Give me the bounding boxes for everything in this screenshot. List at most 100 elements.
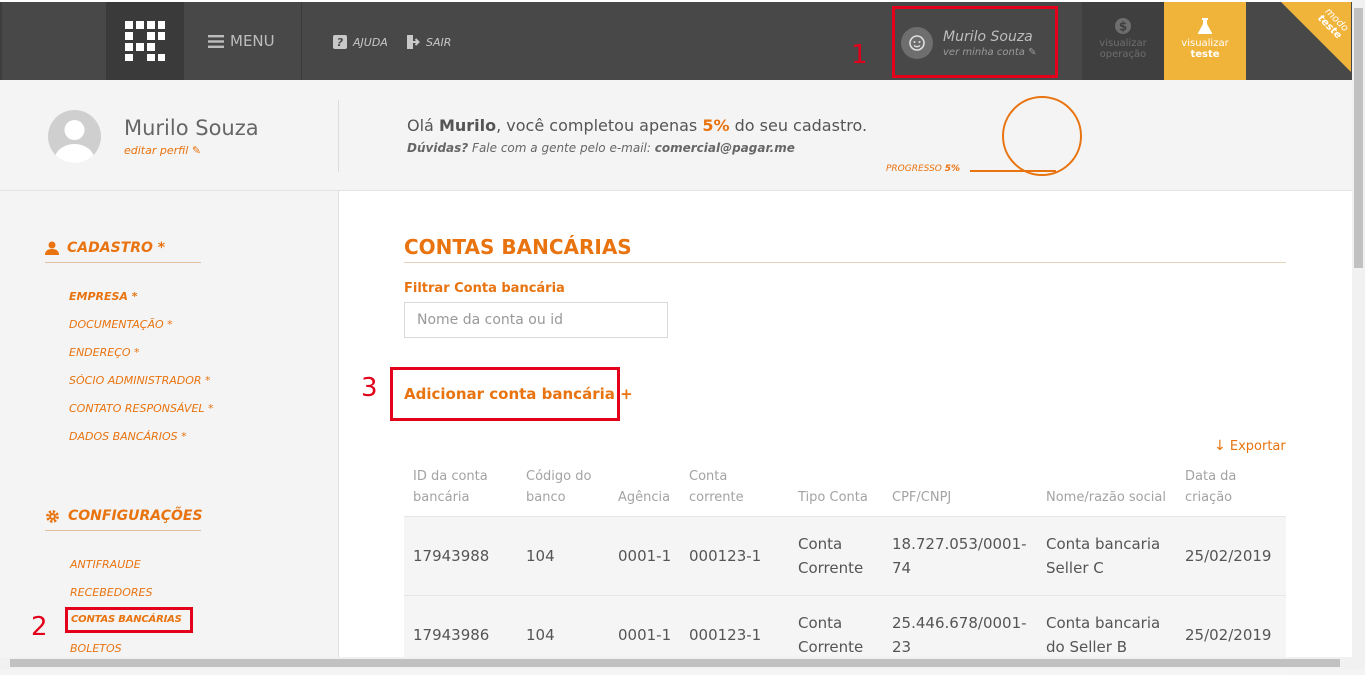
- sidebar-item-contato[interactable]: CONTATO RESPONSÁVEL *: [69, 402, 214, 415]
- logo-icon: [125, 21, 165, 61]
- top-bar: MENU ? AJUDA SAIR Murilo Souza ver minha…: [0, 0, 1365, 92]
- download-arrow-icon: ↓: [1214, 438, 1226, 454]
- title-divider: [404, 262, 1286, 263]
- cell-line: Conta: [798, 614, 843, 632]
- menu-label: MENU: [230, 32, 275, 50]
- header-line: Conta: [689, 469, 728, 484]
- add-bank-account-button[interactable]: Adicionar conta bancária +: [404, 385, 633, 403]
- greeting-percent: 5%: [702, 116, 730, 135]
- scrollbar-thumb[interactable]: [1354, 8, 1363, 268]
- contact-email[interactable]: comercial@pagar.me: [655, 141, 795, 155]
- user-name: Murilo Souza: [943, 29, 1033, 45]
- divider: [301, 2, 302, 80]
- sidebar-item-socio[interactable]: SÓCIO ADMINISTRADOR *: [69, 374, 211, 387]
- cell-agency: 0001-1: [618, 547, 672, 565]
- cell-account: 000123-1: [689, 626, 762, 644]
- column-header-name[interactable]: Nome/razão social: [1046, 487, 1166, 508]
- cell-bank-code: 104: [526, 547, 555, 565]
- cell-line: Conta bancaria: [1046, 614, 1161, 632]
- header-line: Código do: [526, 469, 592, 484]
- svg-text:$: $: [1119, 20, 1127, 34]
- cell-agency: 0001-1: [618, 626, 672, 644]
- sidebar-item-antifraude[interactable]: ANTIFRAUDE: [70, 558, 141, 571]
- cell-type: Conta Corrente: [798, 532, 863, 580]
- section-divider: [45, 530, 201, 531]
- column-header-document[interactable]: CPF/CNPJ: [892, 487, 951, 508]
- cell-type: Conta Corrente: [798, 611, 863, 659]
- cell-account: 000123-1: [689, 547, 762, 565]
- export-button[interactable]: ↓ Exportar: [1214, 438, 1286, 454]
- filter-label: Filtrar Conta bancária: [404, 281, 565, 296]
- view-test-button[interactable]: visualizar teste: [1164, 2, 1246, 80]
- column-header-agency[interactable]: Agência: [618, 487, 670, 508]
- column-header-id[interactable]: ID da conta bancária: [413, 466, 488, 508]
- cadastro-title: CADASTRO *: [67, 240, 166, 256]
- header-line: ID da conta: [413, 469, 488, 484]
- progress-percent: 5%: [944, 164, 961, 174]
- user-face-icon: [909, 35, 925, 51]
- user-account-button[interactable]: Murilo Souza ver minha conta ✎: [892, 6, 1058, 78]
- cell-line: Conta: [798, 535, 843, 553]
- menu-button[interactable]: MENU: [208, 2, 275, 80]
- profile-name: Murilo Souza: [124, 116, 259, 140]
- logo[interactable]: [106, 2, 184, 80]
- help-label: AJUDA: [353, 35, 388, 49]
- progress-label: PROGRESSO 5%: [886, 164, 960, 174]
- badge-triangle: [1281, 2, 1351, 72]
- sidebar-item-boletos[interactable]: BOLETOS: [70, 642, 122, 655]
- help-link[interactable]: ? AJUDA: [333, 34, 388, 50]
- divider: [338, 100, 339, 172]
- configuracoes-title: CONFIGURAÇÕES: [68, 508, 203, 524]
- view-test-line1: visualizar: [1181, 38, 1229, 49]
- gear-icon: [46, 509, 59, 523]
- cell-line: Corrente: [798, 638, 864, 656]
- edit-profile-link[interactable]: editar perfil ✎: [124, 144, 201, 157]
- logout-link[interactable]: SAIR: [407, 34, 451, 50]
- user-avatar: [901, 27, 933, 59]
- highlight-box-2: [65, 607, 193, 633]
- filter-input[interactable]: [404, 302, 668, 338]
- column-header-type[interactable]: Tipo Conta: [798, 487, 868, 508]
- sidebar-item-documentacao[interactable]: DOCUMENTAÇÃO *: [69, 318, 173, 331]
- page-title: CONTAS BANCÁRIAS: [404, 235, 632, 259]
- scrollbar-thumb[interactable]: [10, 659, 1340, 667]
- pencil-icon: ✎: [191, 144, 202, 157]
- cell-line: 18.727.053/0001-: [892, 535, 1027, 553]
- header-line: banco: [526, 490, 566, 505]
- sidebar-item-empresa[interactable]: EMPRESA *: [69, 290, 138, 303]
- header-line: corrente: [689, 490, 744, 505]
- section-title-cadastro: CADASTRO *: [45, 240, 165, 256]
- cell-line: 23: [892, 638, 912, 656]
- contact-text: Dúvidas? Fale com a gente pelo e-mail: c…: [407, 141, 795, 155]
- cell-name: Conta bancaria do Seller B: [1046, 611, 1160, 659]
- column-header-account[interactable]: Conta corrente: [689, 466, 744, 508]
- cell-document: 25.446.678/0001- 23: [892, 611, 1027, 659]
- cell-line: 74: [892, 559, 912, 577]
- user-silhouette-icon: [54, 120, 95, 163]
- view-operation-button[interactable]: $ visualizar operação: [1082, 2, 1164, 80]
- flask-icon: [1164, 17, 1246, 38]
- sidebar-item-endereco[interactable]: ENDEREÇO *: [69, 346, 140, 359]
- test-mode-badge: modo teste: [1281, 2, 1351, 72]
- header-line: Data da: [1185, 469, 1237, 484]
- header-line: criação: [1185, 490, 1233, 505]
- cell-line: Seller C: [1046, 559, 1104, 577]
- sidebar-item-recebedores[interactable]: RECEBEDORES: [70, 586, 152, 599]
- logout-icon: [407, 35, 420, 49]
- cell-line: do Seller B: [1046, 638, 1128, 656]
- progress-ring: [1002, 96, 1082, 176]
- greeting-name: Murilo: [438, 116, 497, 135]
- column-header-date[interactable]: Data da criação: [1185, 466, 1236, 508]
- view-account-link: ver minha conta ✎: [943, 47, 1036, 58]
- view-operation-line2: operação: [1099, 49, 1147, 60]
- vertical-scrollbar[interactable]: [1352, 0, 1365, 669]
- profile-avatar[interactable]: [48, 110, 101, 163]
- section-title-configuracoes: CONFIGURAÇÕES: [45, 508, 203, 524]
- cell-line: Conta bancaria: [1046, 535, 1161, 553]
- horizontal-scrollbar[interactable]: [0, 657, 1352, 669]
- sidebar-item-dados-bancarios[interactable]: DADOS BANCÁRIOS *: [69, 430, 187, 443]
- cell-line: 25.446.678/0001-: [892, 614, 1027, 632]
- svg-text:?: ?: [337, 36, 344, 49]
- column-header-bank-code[interactable]: Código do banco: [526, 466, 591, 508]
- greeting-pre: Olá: [407, 116, 439, 135]
